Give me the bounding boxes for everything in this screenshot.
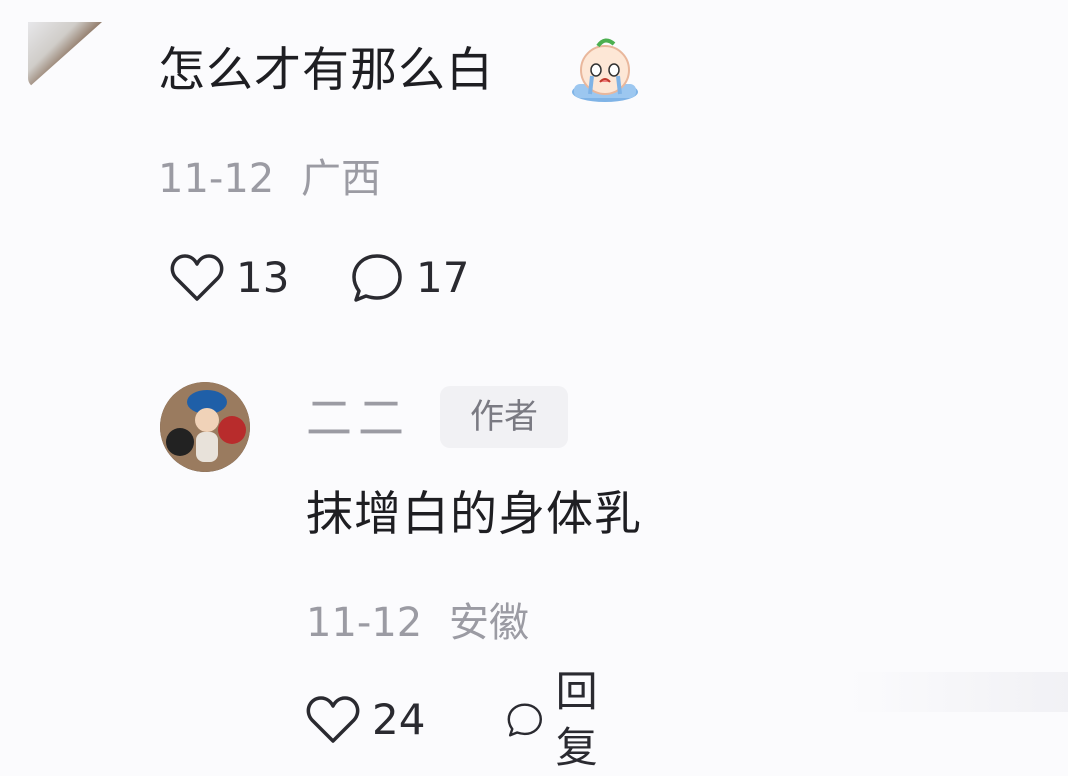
heart-icon (170, 254, 224, 301)
commenter-avatar[interactable] (28, 22, 102, 88)
speech-bubble-icon (352, 254, 402, 302)
comment-location: 广西 (300, 156, 381, 202)
comment-text: 怎么才有那么白 (158, 43, 494, 98)
reply-like-button[interactable]: 24 (306, 692, 425, 748)
watermark-fade (848, 672, 1068, 712)
comment-date: 11-12 (158, 156, 275, 202)
like-count: 13 (236, 253, 290, 302)
reply-meta: 11-12 安徽 (306, 596, 529, 650)
reply-count: 17 (416, 253, 470, 302)
reply-location: 安徽 (448, 600, 529, 646)
reply-button[interactable]: 回复 (506, 667, 614, 772)
comment-meta: 11-12 广西 (158, 152, 381, 206)
like-button[interactable]: 13 (170, 250, 289, 306)
reply-username[interactable]: 二二 (306, 388, 410, 448)
reply-avatar[interactable] (160, 382, 250, 472)
reply-count-button[interactable]: 17 (350, 250, 469, 306)
speech-bubble-icon (507, 703, 542, 737)
reply-text: 抹增白的身体乳 (306, 487, 642, 542)
reply-date: 11-12 (306, 600, 423, 646)
author-badge: 作者 (440, 386, 568, 448)
heart-icon (306, 696, 360, 743)
crying-face-emoji-icon (570, 36, 640, 104)
reply-label: 回复 (555, 667, 598, 772)
reply-like-count: 24 (372, 695, 426, 744)
